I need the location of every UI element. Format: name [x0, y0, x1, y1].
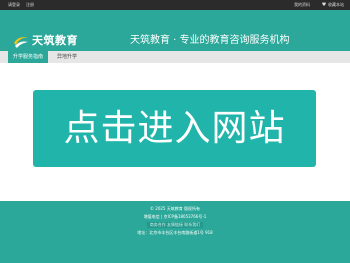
heart-icon[interactable]: ♥ [321, 2, 327, 8]
swoosh-logo-icon[interactable] [12, 32, 30, 50]
main-nav: 升学服务指南 异地升学 [0, 51, 350, 63]
footer-links-text[interactable]: 商务合作 友情链接 联系我们 [146, 222, 204, 228]
favorite-link[interactable]: 收藏本站 [328, 2, 344, 8]
top-bar: 请登录 注册 我的资料 ♥ 收藏本站 [0, 0, 350, 10]
footer-icp[interactable]: 增值电信 | 京ICP备18053766号-1 [0, 214, 350, 220]
enter-site-label: 点击进入网站 [63, 108, 286, 149]
footer-links[interactable]: 商务合作 友情链接 联系我们 [0, 222, 350, 228]
enter-site-button[interactable]: 点击进入网站 [33, 90, 316, 167]
site-logo-text[interactable]: 天筑教育 [32, 33, 78, 49]
login-link[interactable]: 请登录 [8, 2, 20, 8]
home-link[interactable]: 我的资料 [294, 2, 310, 8]
register-link[interactable]: 注册 [26, 2, 34, 8]
footer-address: 地址：北京市丰台区丰台南路街道1号 918 [137, 230, 213, 235]
site-slogan: 天筑教育 · 专业的教育咨询服务机构 [130, 35, 290, 46]
nav-item-active[interactable]: 升学服务指南 [8, 51, 48, 63]
site-header: 天筑教育 天筑教育 · 专业的教育咨询服务机构 [0, 10, 350, 51]
nav-item-remote[interactable]: 异地升学 [52, 51, 82, 63]
site-footer: © 2025 天筑教育 版权所有 增值电信 | 京ICP备18053766号-1… [0, 201, 350, 263]
footer-copyright: © 2025 天筑教育 版权所有 [150, 206, 200, 211]
